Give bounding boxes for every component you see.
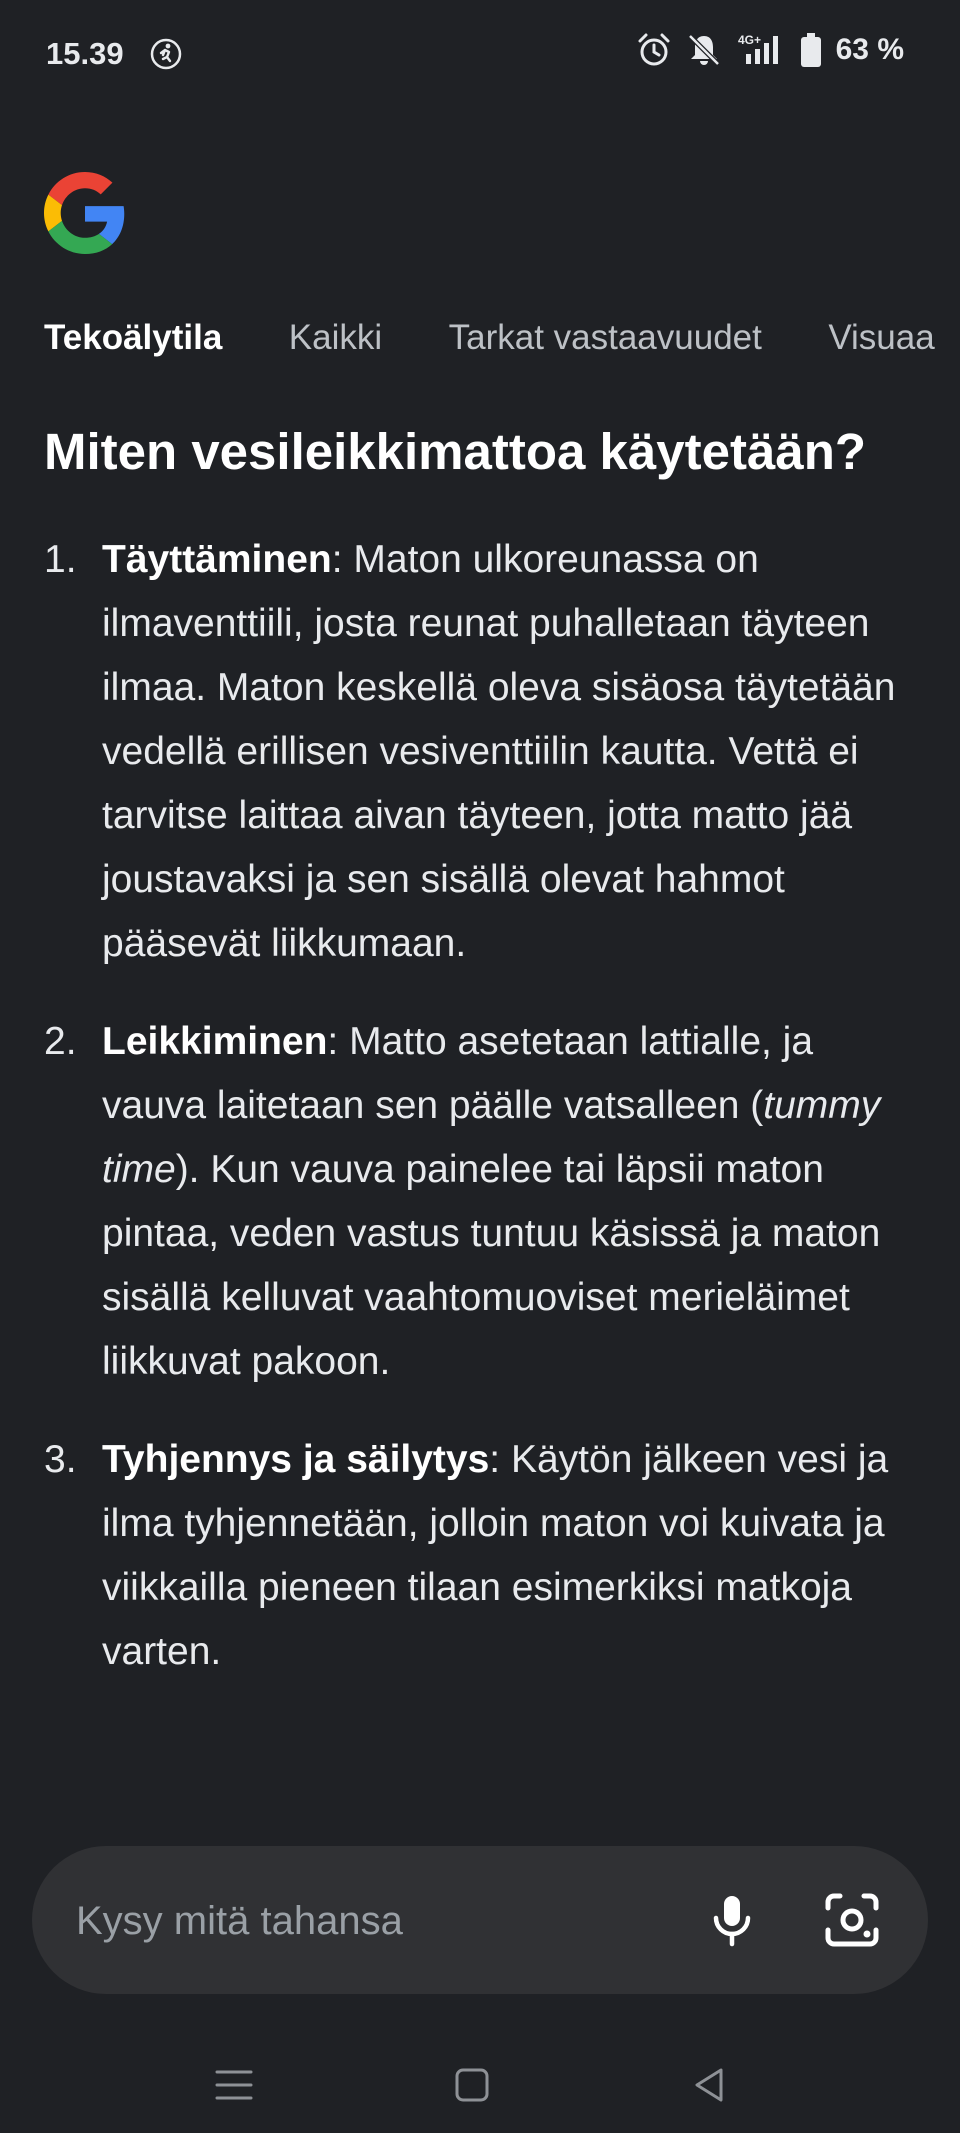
recent-apps-icon[interactable]: [209, 2060, 259, 2110]
item-title: Tyhjennys ja säilytys: [102, 1438, 490, 1481]
battery-icon: [800, 33, 821, 67]
back-icon[interactable]: [685, 2060, 735, 2110]
tab-exact-matches[interactable]: Tarkat vastaavuudet: [449, 318, 762, 358]
google-logo[interactable]: [44, 172, 126, 254]
status-icons: 4G+ 63 %: [636, 32, 904, 68]
item-title: Täyttäminen: [102, 538, 332, 581]
answer-list: 1. Täyttäminen: Maton ulkoreunassa on il…: [44, 528, 914, 1718]
list-item: 3. Tyhjennys ja säilytys: Käytön jälkeen…: [44, 1428, 914, 1684]
item-number: 3.: [44, 1438, 77, 1481]
network-type-label: 4G+: [738, 33, 761, 47]
item-title: Leikkiminen: [102, 1020, 328, 1063]
status-time: 15.39: [46, 36, 124, 71]
search-mode-tabs: Tekoälytila Kaikki Tarkat vastaavuudet V…: [44, 318, 960, 368]
ask-bar: [32, 1846, 928, 1994]
tab-ai-mode[interactable]: Tekoälytila: [44, 318, 222, 358]
notifications-off-icon: [687, 34, 720, 66]
item-text: ). Kun vauva painelee tai läpsii maton p…: [102, 1148, 881, 1383]
running-activity-icon: [150, 38, 182, 70]
list-item: 2. Leikkiminen: Matto asetetaan lattiall…: [44, 1010, 914, 1394]
battery-percent: 63 %: [835, 33, 904, 66]
ask-input[interactable]: [74, 1890, 638, 1952]
status-bar: 15.39 4G+ 63 %: [0, 0, 960, 110]
list-item: 1. Täyttäminen: Maton ulkoreunassa on il…: [44, 528, 914, 976]
item-number: 2.: [44, 1020, 77, 1063]
alarm-icon: [638, 33, 670, 66]
system-navigation-bar: [0, 2040, 960, 2133]
tab-all[interactable]: Kaikki: [289, 318, 382, 358]
item-text: : Maton ulkoreunassa on ilmaventtiili, j…: [102, 538, 896, 965]
item-number: 1.: [44, 538, 77, 581]
mic-icon[interactable]: [700, 1888, 764, 1952]
signal-4g-icon: 4G+: [738, 33, 778, 64]
home-icon[interactable]: [447, 2060, 497, 2110]
tab-visual[interactable]: Visuaa: [828, 318, 934, 358]
google-lens-icon[interactable]: [820, 1888, 884, 1952]
question-heading: Miten vesileikkimattoa käytetään?: [44, 423, 867, 480]
